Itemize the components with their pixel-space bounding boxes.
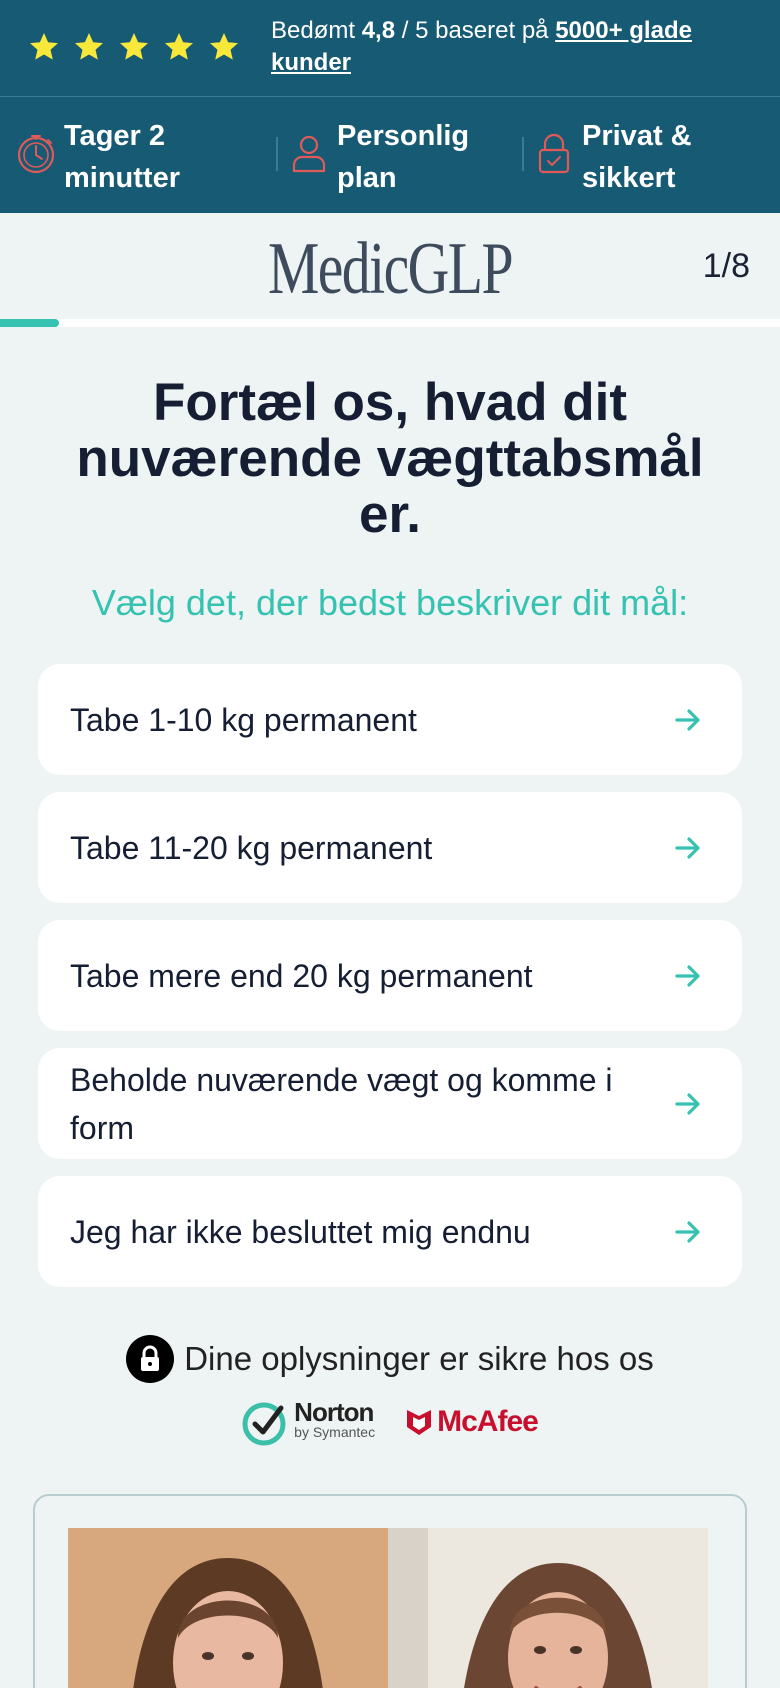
progress-bar: [0, 319, 780, 327]
mcafee-name: McAfee: [437, 1405, 539, 1438]
option-label: Tabe 11-20 kg permanent: [70, 829, 433, 866]
feature-plan: Personlig plan: [287, 115, 487, 199]
lock-icon: [126, 1335, 175, 1383]
security-text: Dine oplysninger er sikre hos os: [184, 1340, 654, 1377]
arrow-right-icon: [675, 836, 700, 859]
rating-text: Bedømt 4,8 / 5 baseret på 5000+ glade ku…: [271, 15, 751, 79]
after-photo: [388, 1528, 708, 1688]
norton-sub: by Symantec: [294, 1424, 376, 1440]
feature-divider: [522, 137, 524, 171]
feature-duration-label: Tager 2 minutter: [64, 120, 180, 194]
norton-name: Norton: [294, 1397, 374, 1427]
page-header: MedicGLP 1/8: [0, 213, 780, 319]
stopwatch-icon: [17, 135, 55, 174]
features-bar: Tager 2 minutter Personlig plan Privat &…: [0, 97, 780, 213]
option-lose-20plus-kg[interactable]: Tabe mere end 20 kg permanent: [38, 920, 742, 1031]
arrow-right-icon: [675, 1220, 700, 1243]
mcafee-shield-icon: [407, 1410, 432, 1435]
rating-stars: [28, 31, 240, 63]
step-counter: 1/8: [702, 247, 750, 285]
star-icon: [30, 33, 58, 60]
trust-badges: Norton by Symantec McAfee: [0, 1398, 780, 1446]
brand-logo[interactable]: MedicGLP: [86, 227, 694, 312]
option-maintain-weight[interactable]: Beholde nuværende vægt og komme i form: [38, 1048, 742, 1159]
mcafee-badge: McAfee: [405, 1405, 539, 1439]
question-subtitle: Vælg det, der bedst beskriver dit mål:: [91, 582, 689, 623]
option-label: Tabe 1-10 kg permanent: [70, 701, 417, 738]
answer-options: Tabe 1-10 kg permanent Tabe 11-20 kg per…: [38, 664, 742, 1304]
arrow-right-icon: [675, 1092, 700, 1115]
feature-privacy-label: Privat & sikkert: [582, 120, 692, 194]
rating-prefix: Bedømt: [271, 17, 362, 44]
feature-divider: [276, 137, 278, 171]
option-lose-1-10kg[interactable]: Tabe 1-10 kg permanent: [38, 664, 742, 775]
arrow-right-icon: [675, 964, 700, 987]
norton-check-icon: [242, 1402, 286, 1446]
padlock-icon: [538, 133, 570, 174]
progress-fill: [0, 319, 59, 327]
arrow-right-icon: [675, 708, 700, 731]
before-photo: [68, 1528, 388, 1688]
rating-suffix: / 5 baseret på: [395, 17, 556, 44]
option-label: Tabe mere end 20 kg permanent: [70, 957, 533, 994]
testimonial-card: [33, 1494, 747, 1688]
feature-duration: Tager 2 minutter: [14, 115, 214, 199]
star-icon: [210, 33, 238, 60]
option-label: Beholde nuværende vægt og komme i form: [70, 1061, 613, 1146]
option-label: Jeg har ikke besluttet mig endnu: [70, 1213, 531, 1250]
rating-bar: Bedømt 4,8 / 5 baseret på 5000+ glade ku…: [0, 0, 780, 97]
star-icon: [120, 33, 148, 60]
star-icon: [165, 33, 193, 60]
rating-score: 4,8: [361, 17, 396, 44]
security-notice: Dine oplysninger er sikre hos os: [0, 1335, 780, 1383]
person-icon: [292, 135, 326, 173]
question-title: Fortæl os, hvad dit nuværende vægttabsmå…: [76, 373, 704, 544]
star-icon: [75, 33, 103, 60]
option-undecided[interactable]: Jeg har ikke besluttet mig endnu: [38, 1176, 742, 1287]
norton-badge: Norton by Symantec: [242, 1398, 375, 1446]
option-lose-11-20kg[interactable]: Tabe 11-20 kg permanent: [38, 792, 742, 903]
feature-privacy: Privat & sikkert: [532, 115, 732, 199]
feature-plan-label: Personlig plan: [337, 120, 470, 194]
